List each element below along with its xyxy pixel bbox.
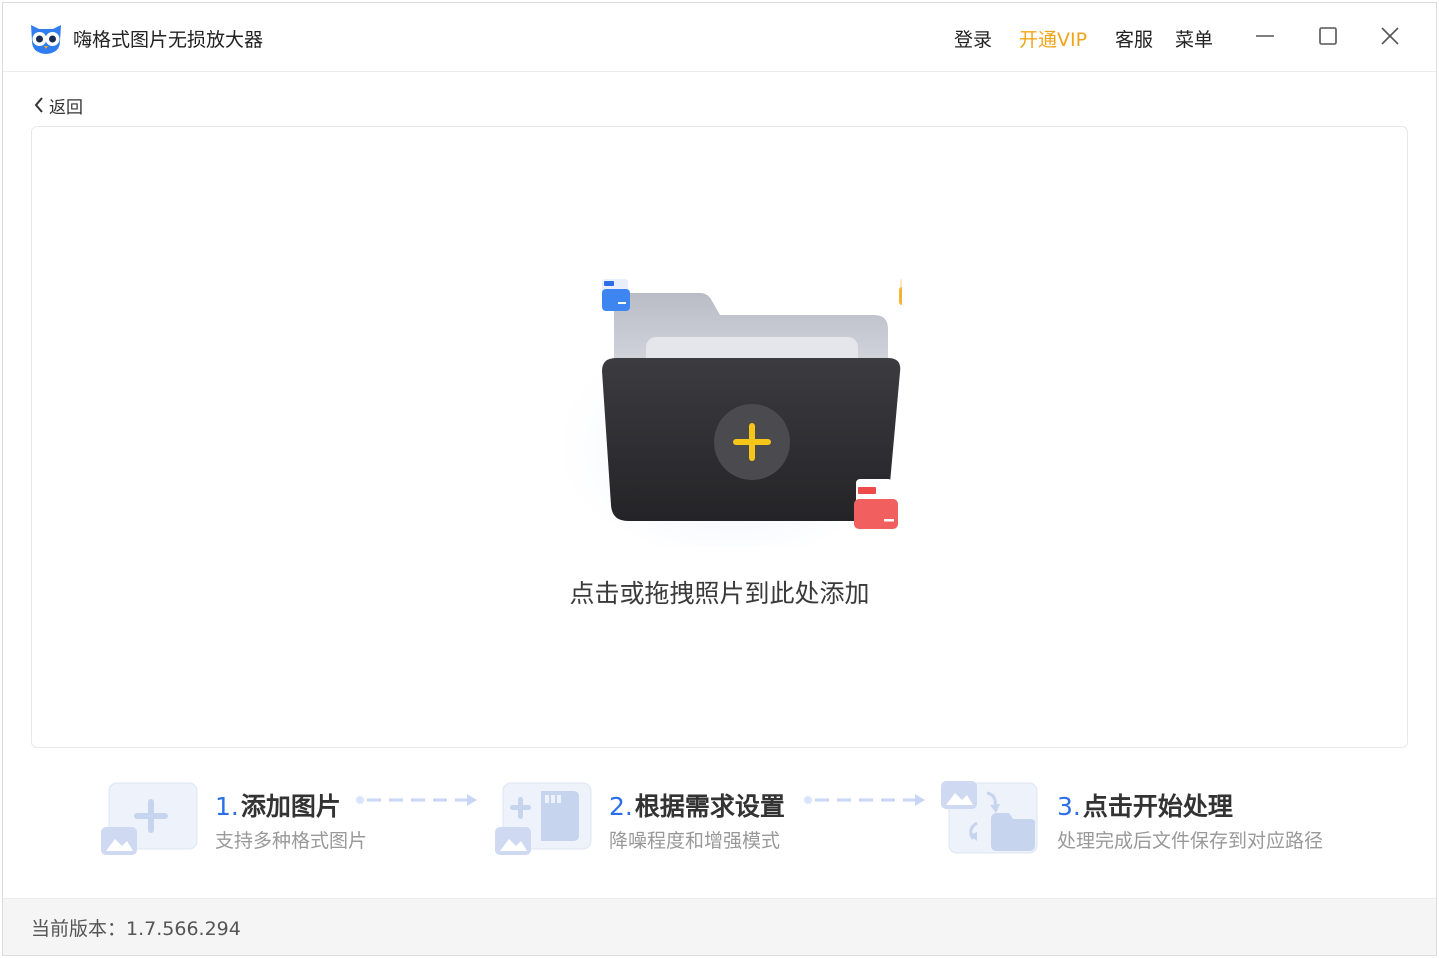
add-image-step-icon: [101, 782, 198, 855]
arrow-right-icon: [804, 794, 925, 806]
version-text: 当前版本：1.7.566.294: [31, 914, 241, 941]
maximize-icon[interactable]: [1313, 21, 1343, 51]
step-2-title-text: 根据需求设置: [634, 792, 785, 821]
status-footer: 当前版本：1.7.566.294: [3, 898, 1436, 955]
app-window: 嗨格式图片无损放大器 登录 开通VIP 客服 菜单 返回 点击或拖拽照片到此处添…: [2, 2, 1437, 956]
chevron-left-icon: [34, 97, 43, 113]
step-3-title-text: 点击开始处理: [1082, 792, 1233, 821]
step-3-desc: 处理完成后文件保存到对应路径: [1057, 830, 1324, 852]
step-2-title: 2.根据需求设置: [609, 787, 785, 823]
version-value: 1.7.566.294: [126, 918, 241, 940]
drop-hint-text: 点击或拖拽照片到此处添加: [569, 579, 870, 608]
step-1-number: 1.: [215, 792, 239, 821]
image-drop-zone[interactable]: 点击或拖拽照片到此处添加: [31, 126, 1408, 748]
step-2-number: 2.: [609, 792, 633, 821]
step-3-number: 3.: [1057, 792, 1081, 821]
arrow-right-icon: [356, 794, 477, 806]
service-link[interactable]: 客服: [1115, 25, 1153, 52]
process-step-icon: [941, 781, 1038, 854]
step-1-title: 1.添加图片: [215, 787, 341, 823]
title-bar: 嗨格式图片无损放大器 登录 开通VIP 客服 菜单: [3, 3, 1436, 72]
version-label: 当前版本：: [31, 918, 127, 940]
step-1-desc: 支持多种格式图片: [215, 830, 368, 852]
back-button[interactable]: 返回: [33, 93, 83, 118]
minimize-icon[interactable]: [1250, 21, 1280, 51]
owl-logo-icon: [31, 25, 61, 54]
app-title: 嗨格式图片无损放大器: [73, 29, 264, 51]
close-icon[interactable]: [1375, 21, 1405, 51]
step-2-desc: 降噪程度和增强模式: [609, 830, 781, 852]
login-link[interactable]: 登录: [954, 25, 992, 52]
back-label: 返回: [49, 97, 83, 118]
add-folder-icon: [562, 279, 902, 547]
vip-link[interactable]: 开通VIP: [1019, 25, 1087, 52]
menu-link[interactable]: 菜单: [1175, 25, 1213, 52]
step-1-title-text: 添加图片: [240, 792, 341, 821]
step-3-title: 3.点击开始处理: [1057, 787, 1233, 823]
settings-step-icon: [495, 782, 592, 855]
